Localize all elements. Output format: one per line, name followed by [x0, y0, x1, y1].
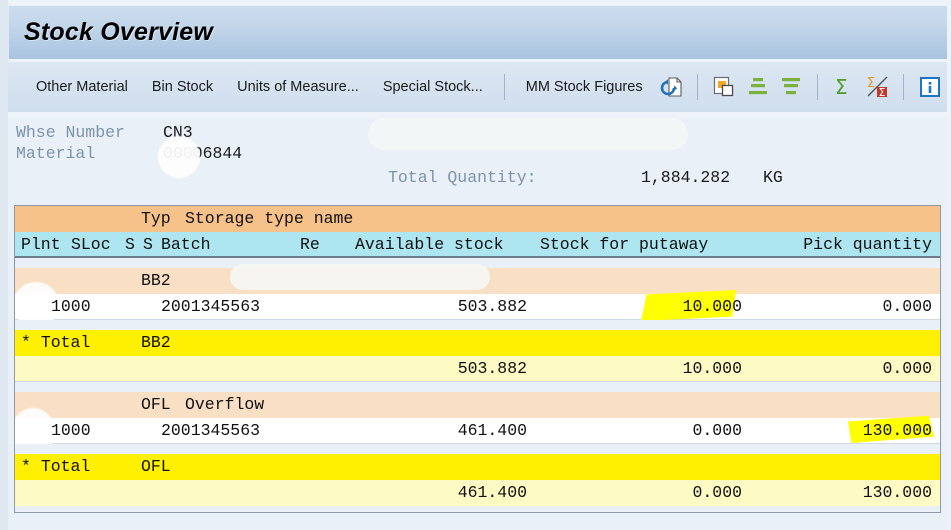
total-quantity-uom: KG	[763, 168, 783, 187]
mm-stock-figures-button[interactable]: MM Stock Figures	[514, 74, 655, 100]
toolbar: Other Material Bin Stock Units of Measur…	[8, 62, 947, 112]
group-header-storage-type-name: Storage type name	[185, 209, 354, 228]
table-column-header: Plnt SLoc S S Batch Re Available stock S…	[15, 232, 940, 258]
column-header-available-stock[interactable]: Available stock	[355, 235, 504, 254]
special-stock-button[interactable]: Special Stock...	[371, 74, 495, 100]
cell-pick-quantity: 0.000	[882, 297, 932, 316]
info-icon[interactable]	[915, 72, 945, 102]
column-header-plnt[interactable]: Plnt	[21, 235, 61, 254]
collapse-all-icon[interactable]	[776, 72, 806, 102]
toolbar-separator-1	[503, 74, 505, 100]
table-group-header: Typ Storage type name	[15, 206, 940, 232]
svg-text:Σ: Σ	[835, 75, 848, 99]
section-typ-ofl: OFL	[141, 395, 171, 414]
page-title: Stock Overview	[24, 18, 214, 46]
column-header-batch[interactable]: Batch	[161, 235, 211, 254]
cell-pick-quantity: 130.000	[862, 421, 932, 440]
toolbar-separator-3	[817, 74, 819, 100]
refresh-document-icon[interactable]	[657, 72, 687, 102]
section-name-ofl: Overflow	[185, 395, 265, 414]
cell-stock-for-putaway: 10.000	[682, 297, 742, 316]
sum-icon[interactable]: Σ	[829, 72, 859, 102]
total-pick-quantity-bb2: 0.000	[882, 359, 932, 378]
expand-all-icon[interactable]	[743, 72, 773, 102]
table-gap-1	[15, 258, 940, 268]
svg-text:Σ: Σ	[878, 86, 885, 99]
total-quantity-value: 1,884.282	[641, 168, 731, 187]
column-header-re[interactable]: Re	[300, 235, 320, 254]
cell-available-stock: 503.882	[457, 297, 527, 316]
stock-overview-window: Stock Overview Other Material Bin Stock …	[0, 0, 951, 530]
cell-plnt: 1000	[51, 297, 91, 316]
cell-batch: 2001345563	[161, 421, 261, 440]
column-header-stock-for-putaway[interactable]: Stock for putaway	[540, 235, 708, 254]
window-title-bar: Stock Overview	[8, 5, 947, 59]
total-key-bb2: BB2	[141, 333, 171, 352]
header-info-block: Whse Number CN3 Material 00006844 Total …	[8, 118, 947, 198]
table-gap-4	[15, 444, 940, 454]
other-material-button[interactable]: Other Material	[24, 74, 140, 100]
section-header-ofl: OFL Overflow	[15, 392, 940, 418]
total-marker-ofl: * Total	[21, 457, 91, 476]
cell-plnt: 1000	[51, 421, 91, 440]
total-quantity-label: Total Quantity:	[388, 168, 537, 187]
cell-stock-for-putaway: 0.000	[692, 421, 742, 440]
redaction-smudge-description	[368, 118, 688, 150]
section-typ-bb2: BB2	[141, 271, 171, 290]
units-of-measure-button[interactable]: Units of Measure...	[225, 74, 371, 100]
table-gap-3	[15, 382, 940, 392]
total-key-ofl: OFL	[141, 457, 171, 476]
total-marker-bb2: * Total	[21, 333, 91, 352]
table-row[interactable]: 1000 2001345563 461.400 0.000 130.000	[15, 408, 940, 456]
column-header-s1[interactable]: S	[125, 235, 135, 254]
table-row[interactable]: 1000 2001345563 503.882 10.000 0.000	[15, 282, 940, 328]
cell-batch: 2001345563	[161, 297, 261, 316]
column-header-s2[interactable]: S	[143, 235, 153, 254]
redaction-smudge-section-bb2	[230, 264, 490, 290]
whse-number-value: CN3	[163, 123, 193, 142]
remove-sum-icon[interactable]: Σ Σ	[863, 72, 893, 102]
total-header-bb2: * Total BB2	[15, 330, 940, 356]
left-window-edge	[0, 0, 8, 530]
cell-available-stock: 461.400	[457, 421, 527, 440]
material-value: 00006844	[163, 144, 243, 163]
copy-icon[interactable]	[709, 72, 739, 102]
total-pick-quantity-ofl: 130.000	[862, 483, 932, 502]
total-header-ofl: * Total OFL	[15, 454, 940, 480]
total-values-ofl: 461.400 0.000 130.000	[15, 480, 940, 506]
svg-text:Σ: Σ	[867, 76, 875, 91]
table-gap-2	[15, 320, 940, 330]
group-header-typ: Typ	[141, 209, 171, 228]
total-stock-for-putaway-ofl: 0.000	[692, 483, 742, 502]
total-values-bb2: 503.882 10.000 0.000	[15, 356, 940, 382]
bin-stock-button[interactable]: Bin Stock	[140, 74, 225, 100]
column-header-sloc[interactable]: SLoc	[71, 235, 111, 254]
toolbar-separator-4	[903, 74, 905, 100]
whse-number-label: Whse Number	[16, 123, 125, 142]
toolbar-separator-2	[697, 74, 699, 100]
stock-table: Typ Storage type name Plnt SLoc S S Batc…	[14, 205, 941, 513]
total-available-stock-bb2: 503.882	[457, 359, 527, 378]
material-label: Material	[16, 144, 96, 163]
column-header-pick-quantity[interactable]: Pick quantity	[803, 235, 932, 254]
table-gap-5	[15, 506, 940, 512]
total-stock-for-putaway-bb2: 10.000	[682, 359, 742, 378]
total-available-stock-ofl: 461.400	[457, 483, 527, 502]
section-header-bb2: BB2	[15, 264, 940, 294]
